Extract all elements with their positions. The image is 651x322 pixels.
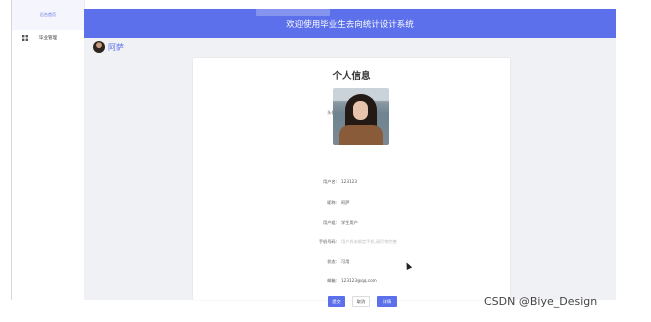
field-label-username: 用户名: [323,179,337,184]
sidebar-item-graduation[interactable]: 毕业管理 [12,32,84,44]
submit-button[interactable]: 提交 [328,296,345,307]
user-bar[interactable]: 阿萨 [93,41,124,53]
field-value-username: 123123 [341,179,357,184]
field-value-status: 可用 [341,259,350,264]
profile-card: 个人信息 头像: 用户名: 123123 昵称: 阿萨 用户组: 学生用户 手机… [193,58,510,307]
field-value-nickname: 阿萨 [341,200,350,205]
cancel-button-label: 取消 [356,298,366,304]
top-header: 欢迎使用毕业生去向统计设计系统 [84,9,616,38]
sidebar: 后台首页 毕业管理 [12,0,85,300]
main-content: 阿萨 个人信息 头像: 用户名: 123123 昵称: 阿萨 用户组: 学生用户… [84,38,616,307]
avatar-label: 头像: [293,110,337,116]
field-value-group: 学生用户 [341,220,358,225]
field-label-nickname: 昵称: [327,200,337,205]
field-value-email: 123123@qq.com [341,278,377,283]
cancel-button[interactable]: 取消 [352,296,370,307]
photo-coat [339,125,383,145]
field-label-email: 邮箱: [327,278,337,283]
avatar[interactable] [93,41,105,53]
sidebar-item-label: 毕业管理 [39,36,57,41]
field-label-phone: 手机号码: [318,239,337,244]
header-title: 欢迎使用毕业生去向统计设计系统 [286,19,414,30]
watermark: CSDN @Biye_Design [484,295,598,308]
header-hint-bar [256,9,330,16]
sidebar-home-label: 后台首页 [40,12,56,17]
field-label-group: 用户组: [323,220,337,225]
grid-icon [22,35,30,41]
photo-face [353,101,368,120]
field-value-phone[interactable]: 用户尚未绑定手机,请尽快完善 [341,239,397,245]
field-label-status: 状态: [327,259,337,264]
username[interactable]: 阿萨 [108,42,124,53]
detail-button[interactable]: 详情 [377,296,397,307]
page-title: 个人信息 [332,71,371,82]
detail-button-label: 详情 [382,298,392,304]
submit-button-label: 提交 [332,298,341,304]
sidebar-home[interactable]: 后台首页 [12,0,84,30]
profile-photo[interactable] [333,88,389,145]
